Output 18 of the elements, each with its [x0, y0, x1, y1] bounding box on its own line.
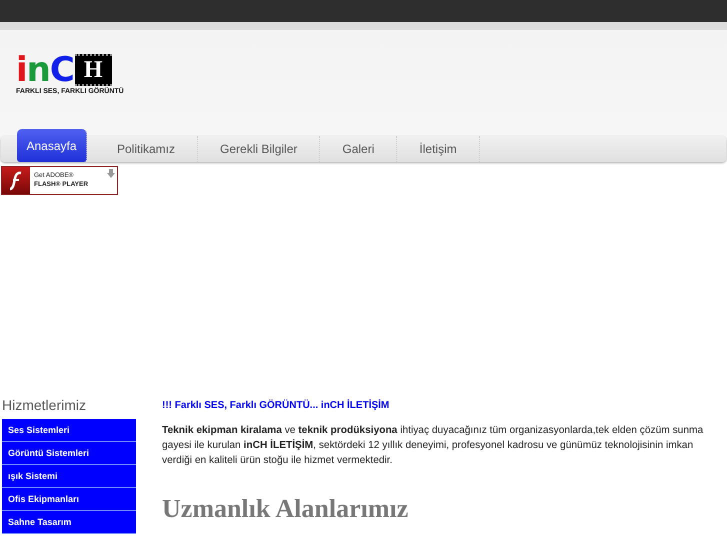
service-menu-item[interactable]: Görüntü Sistemleri — [2, 442, 136, 465]
download-arrow-icon — [107, 169, 117, 178]
f-letter-icon — [9, 170, 23, 190]
intro-paragraph: Teknik ekipman kiralama ve teknik prodüksiyona ihtiyaç duyacağınız tüm organizasyonlarda,tek elden çözüm sunma gayesi ile kurulan inCH İLETİŞİM, sektördeki 12 yıllık deneyimi, profesyonel kadrosu ve günümüz teknolojisinin imkan verdiği en kaliteli ürün stoğu ile hizmet vermektedir. — [162, 424, 704, 468]
sidebar-title: Hizmetlerimiz — [2, 397, 87, 413]
service-menu-item[interactable]: Ofis Ekipmanları — [2, 488, 136, 511]
service-menu-item[interactable]: ışık Sistemi — [2, 465, 136, 488]
nav-tab[interactable]: Galeri — [320, 136, 398, 162]
nav-tab[interactable]: Gerekli Bilgiler — [198, 136, 320, 162]
nav-tab[interactable]: Anasayfa — [17, 129, 87, 162]
logo-badge: H — [74, 54, 112, 86]
logo-text: inC — [16, 55, 74, 85]
slogan-link[interactable]: !!! Farklı SES, Farklı GÖRÜNTÜ... inCH İLETİŞİM — [162, 400, 721, 411]
section-heading: Uzmanlık Alanlarımız — [162, 494, 410, 524]
nav-tab[interactable]: Politikamız — [95, 136, 198, 162]
service-menu-item[interactable]: Sahne Tasarım — [2, 511, 136, 534]
service-menu-item[interactable]: Ses Sistemleri — [2, 419, 136, 442]
nav-tab[interactable]: İletişim — [397, 136, 480, 162]
